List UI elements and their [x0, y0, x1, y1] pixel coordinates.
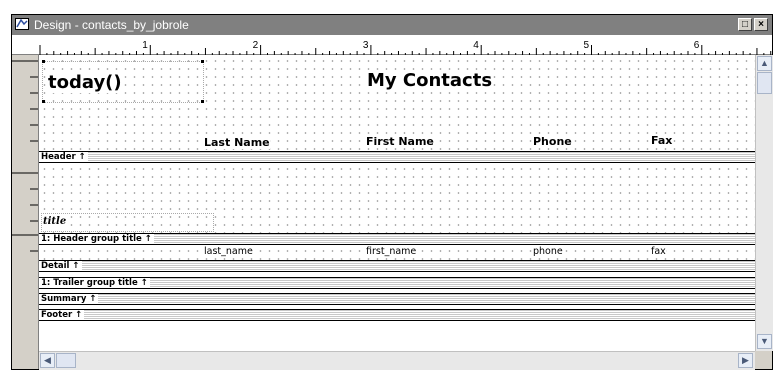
vertical-ruler: [12, 55, 39, 369]
ruler-label: 3: [363, 40, 369, 51]
first-name-column[interactable]: first_name: [366, 246, 417, 257]
report-canvas[interactable]: today() My Contacts Last Name First Name…: [39, 55, 755, 351]
detail-band-bar[interactable]: Detail ↑: [39, 260, 755, 272]
summary-band-bar[interactable]: Summary ↑: [39, 293, 755, 305]
group-header-band-bar[interactable]: 1: Header group title ↑: [39, 233, 755, 245]
fax-column[interactable]: fax: [651, 246, 666, 257]
summary-band-label: Summary ↑: [39, 294, 99, 304]
design-icon: [15, 18, 29, 30]
scroll-right-button[interactable]: ▶: [738, 353, 753, 368]
footer-band-label: Footer ↑: [39, 310, 85, 320]
title-bar[interactable]: Design - contacts_by_jobrole □ ×: [12, 15, 772, 35]
header-band-bar[interactable]: Header ↑: [39, 151, 755, 163]
last-name-header[interactable]: Last Name: [204, 136, 270, 149]
close-button[interactable]: ×: [754, 18, 768, 31]
trailer-band-bar[interactable]: 1: Trailer group title ↑: [39, 277, 755, 289]
today-field[interactable]: today(): [48, 72, 122, 93]
ruler-ticks: 1 2 3 4 5 6: [12, 40, 772, 55]
trailer-band-label: 1: Trailer group title ↑: [39, 278, 150, 288]
footer-band-bar[interactable]: Footer ↑: [39, 309, 755, 321]
design-window: Design - contacts_by_jobrole □ × 1 2 3 4 5 6: [11, 14, 773, 370]
horizontal-scrollbar[interactable]: ◀ ▶: [39, 351, 755, 370]
ruler-label: 4: [473, 40, 479, 51]
detail-band-label: Detail ↑: [39, 261, 82, 271]
first-name-header[interactable]: First Name: [366, 135, 434, 148]
maximize-button[interactable]: □: [738, 18, 752, 31]
ruler-label: 2: [253, 40, 259, 51]
ruler-label: 5: [584, 40, 590, 51]
group-header-band-label: 1: Header group title ↑: [39, 234, 154, 244]
selection-handle[interactable]: [42, 60, 45, 63]
ruler-label: 1: [142, 40, 148, 51]
vertical-scroll-thumb[interactable]: [757, 72, 772, 94]
selection-handle[interactable]: [42, 100, 45, 103]
scroll-corner: [755, 351, 772, 369]
last-name-column[interactable]: last_name: [204, 246, 253, 257]
horizontal-ruler: 1 2 3 4 5 6: [12, 35, 772, 56]
fax-header[interactable]: Fax: [651, 134, 673, 147]
scroll-up-button[interactable]: ▲: [757, 56, 772, 71]
vertical-ruler-ticks: [12, 60, 38, 252]
phone-header[interactable]: Phone: [533, 135, 572, 148]
report-title[interactable]: My Contacts: [367, 70, 493, 91]
phone-column[interactable]: phone: [533, 246, 563, 257]
header-band-label: Header ↑: [39, 152, 88, 162]
scroll-left-button[interactable]: ◀: [40, 353, 55, 368]
ruler-label: 6: [694, 40, 700, 51]
vertical-scrollbar[interactable]: ▲ ▼: [755, 55, 773, 351]
horizontal-scroll-thumb[interactable]: [56, 353, 76, 368]
title-field-outline: [41, 213, 214, 232]
window-title: Design - contacts_by_jobrole: [34, 18, 189, 32]
selection-handle[interactable]: [201, 100, 204, 103]
scroll-down-button[interactable]: ▼: [757, 334, 772, 349]
selection-handle[interactable]: [201, 60, 204, 63]
